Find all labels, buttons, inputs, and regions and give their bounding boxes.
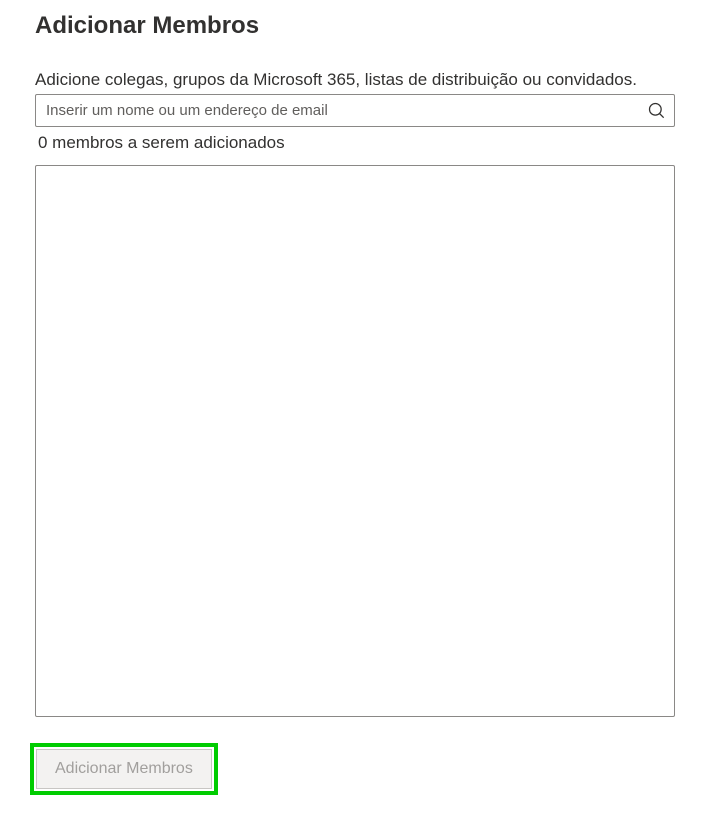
instruction-text: Adicione colegas, grupos da Microsoft 36… bbox=[35, 70, 674, 90]
members-count: 0 membros a serem adicionados bbox=[38, 133, 674, 153]
search-input[interactable] bbox=[35, 94, 675, 127]
add-members-button[interactable]: Adicionar Membros bbox=[36, 749, 212, 789]
members-list[interactable] bbox=[35, 165, 675, 717]
search-container bbox=[35, 94, 675, 127]
button-highlight: Adicionar Membros bbox=[30, 743, 218, 795]
dialog-title: Adicionar Membros bbox=[35, 12, 674, 40]
